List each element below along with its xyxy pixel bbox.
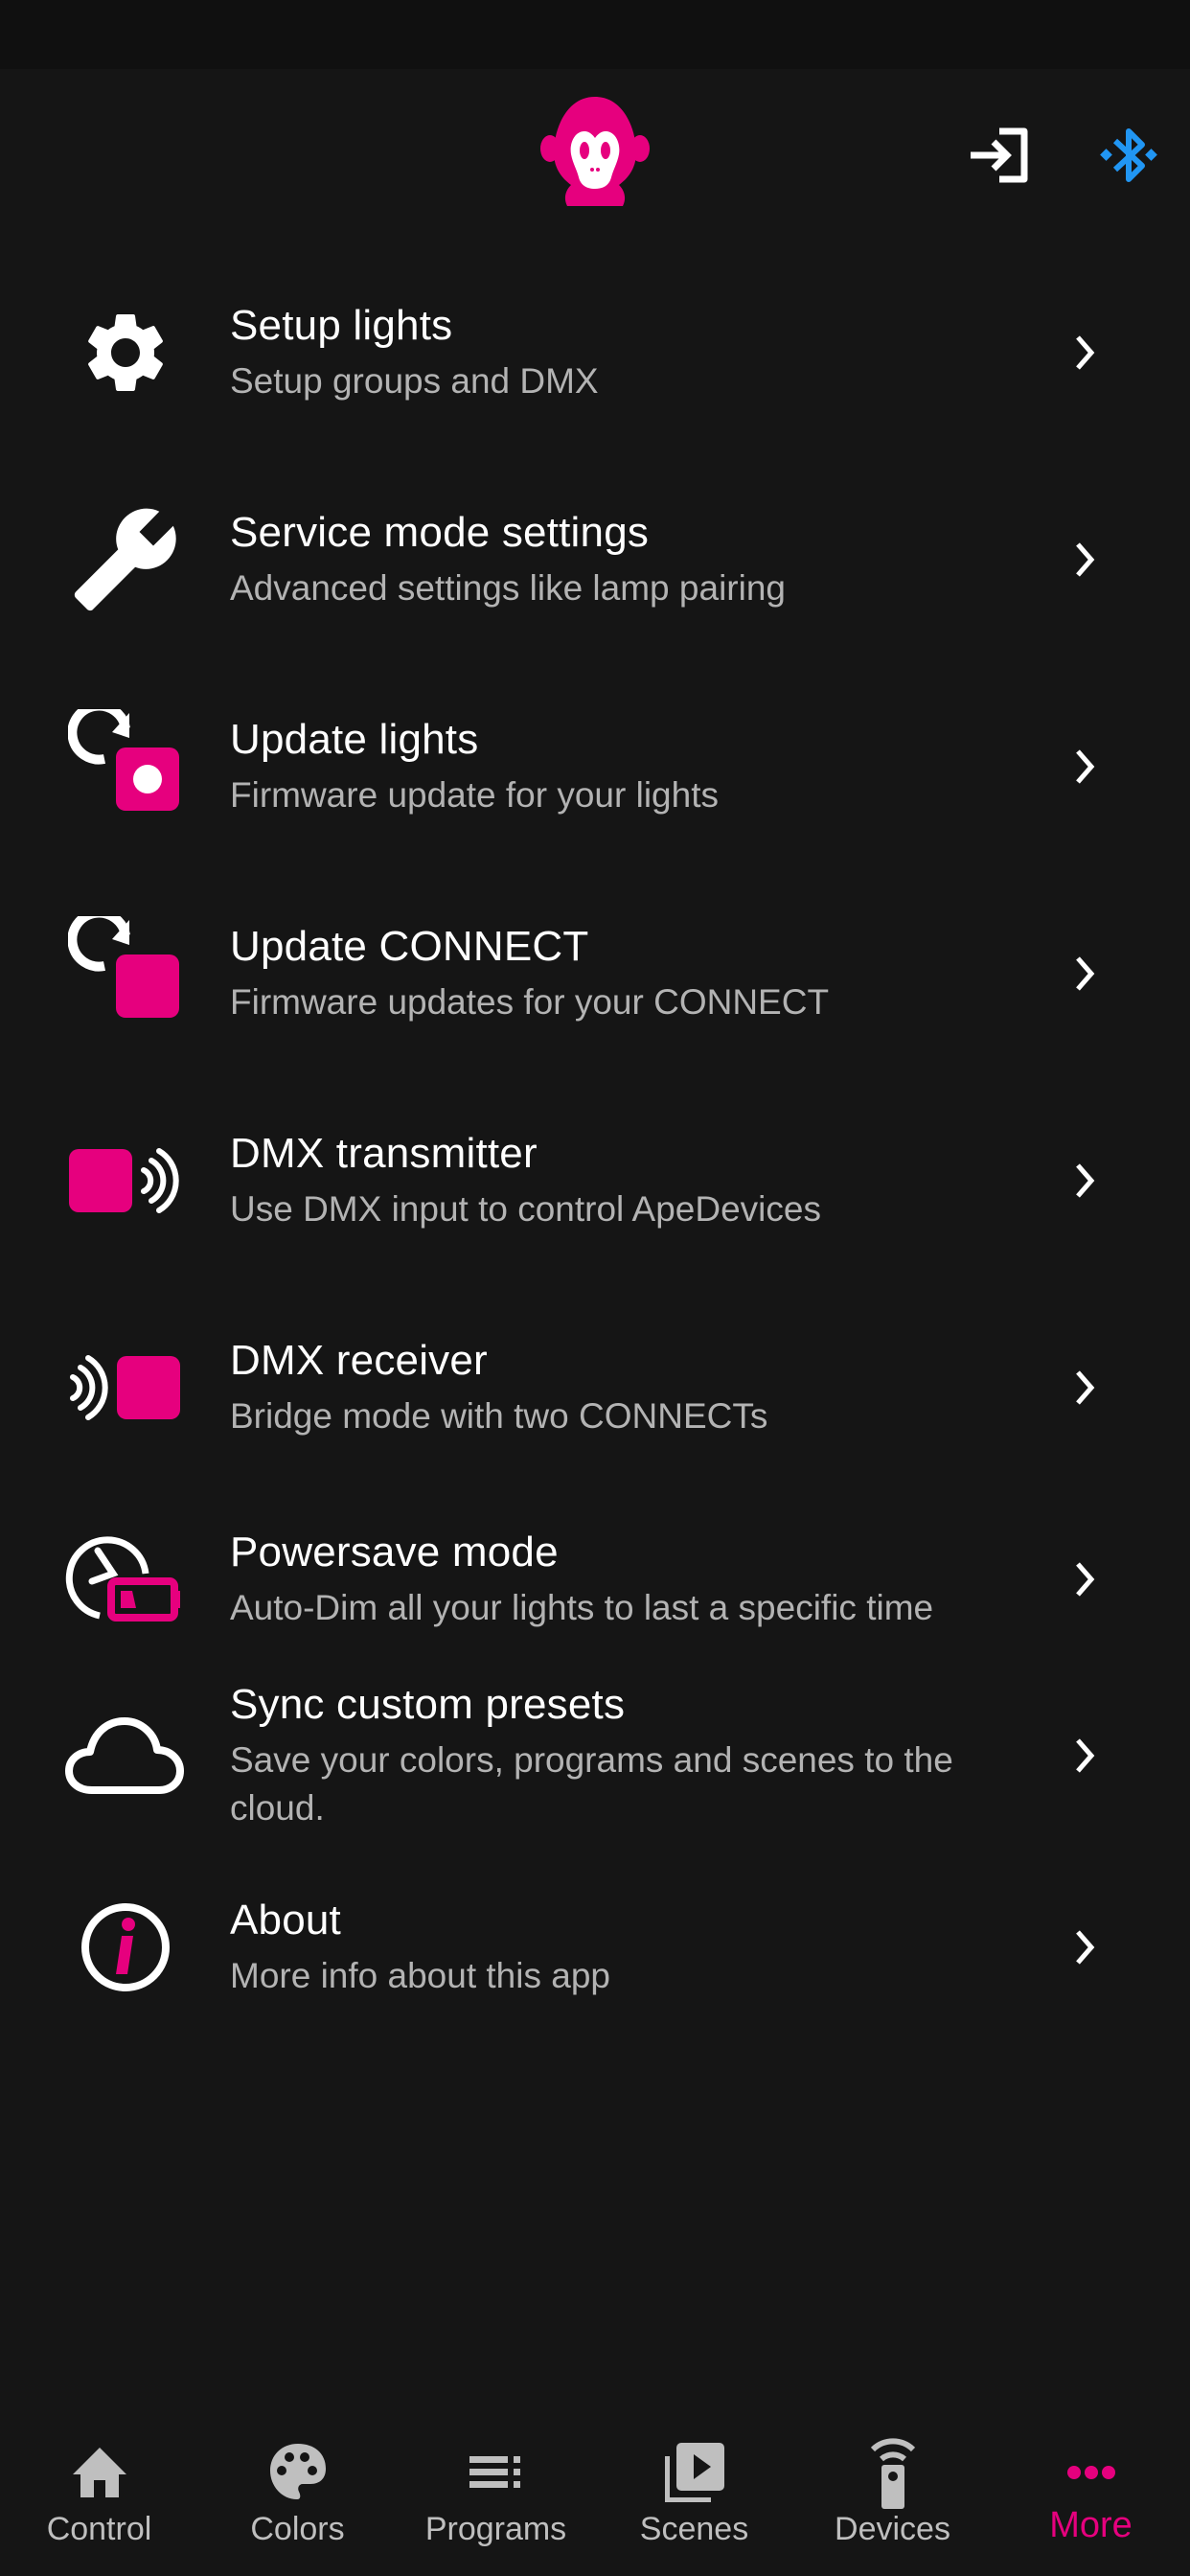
menu-item-subtitle: Setup groups and DMX	[230, 361, 599, 401]
dmx-receiver-icon	[65, 1327, 186, 1448]
tab-label: Scenes	[639, 2511, 749, 2547]
menu-item-subtitle: More info about this app	[230, 1956, 610, 1995]
gear-icon	[65, 292, 186, 413]
menu-item-title: About	[230, 1897, 341, 1944]
wrench-icon	[65, 499, 186, 620]
chevron-right-icon	[1065, 1727, 1106, 1784]
header	[0, 69, 1190, 242]
status-bar	[0, 0, 1190, 69]
menu-item-subtitle: Save your colors, programs and scenes to…	[230, 1740, 953, 1828]
more-icon	[1053, 2434, 1130, 2511]
menu-item-subtitle: Auto-Dim all your lights to last a speci…	[230, 1588, 934, 1627]
menu-item-sync-presets[interactable]: Sync custom presets Save your colors, pr…	[0, 1668, 1190, 1844]
tab-label: More	[1049, 2505, 1133, 2545]
tab-label: Colors	[250, 2511, 345, 2547]
tab-label: Control	[46, 2511, 152, 2547]
bluetooth-button[interactable]	[1090, 117, 1167, 194]
bottom-tab-bar: Control Colors Programs Scenes Devices M…	[0, 2377, 1190, 2576]
menu-item-subtitle: Firmware updates for your CONNECT	[230, 982, 830, 1022]
chevron-right-icon	[1065, 1359, 1106, 1416]
chevron-right-icon	[1065, 1919, 1106, 1976]
menu-item-title: DMX transmitter	[230, 1130, 538, 1177]
menu-item-dmx-receiver[interactable]: DMX receiver Bridge mode with two CONNEC…	[0, 1284, 1190, 1491]
chevron-right-icon	[1065, 324, 1106, 381]
menu-item-powersave[interactable]: Powersave mode Auto-Dim all your lights …	[0, 1491, 1190, 1668]
menu-item-subtitle: Firmware update for your lights	[230, 775, 719, 815]
tab-programs[interactable]: Programs	[397, 2377, 595, 2576]
scenes-icon	[656, 2434, 733, 2511]
menu-item-title: Update lights	[230, 716, 479, 763]
login-button[interactable]	[962, 117, 1039, 194]
tab-label: Devices	[835, 2511, 950, 2547]
chevron-right-icon	[1065, 738, 1106, 795]
tab-scenes[interactable]: Scenes	[595, 2377, 793, 2576]
menu-item-update-lights[interactable]: Update lights Firmware update for your l…	[0, 663, 1190, 870]
menu-item-title: DMX receiver	[230, 1337, 488, 1384]
menu-item-title: Setup lights	[230, 302, 453, 349]
settings-menu: Setup lights Setup groups and DMX Servic…	[0, 249, 1190, 2051]
chevron-right-icon	[1065, 1551, 1106, 1608]
tab-devices[interactable]: Devices	[793, 2377, 992, 2576]
menu-item-subtitle: Bridge mode with two CONNECTs	[230, 1396, 768, 1436]
info-icon	[65, 1887, 186, 2008]
menu-item-title: Powersave mode	[230, 1529, 559, 1576]
menu-item-update-connect[interactable]: Update CONNECT Firmware updates for your…	[0, 870, 1190, 1077]
login-icon	[971, 127, 1028, 183]
tab-control[interactable]: Control	[0, 2377, 198, 2576]
home-icon	[61, 2434, 138, 2511]
menu-item-subtitle: Advanced settings like lamp pairing	[230, 568, 786, 608]
menu-item-about[interactable]: About More info about this app	[0, 1844, 1190, 2051]
chevron-right-icon	[1065, 531, 1106, 588]
powersave-icon	[65, 1519, 186, 1640]
menu-item-setup-lights[interactable]: Setup lights Setup groups and DMX	[0, 249, 1190, 456]
menu-item-title: Service mode settings	[230, 509, 650, 556]
tab-label: Programs	[424, 2511, 567, 2547]
remote-icon	[855, 2434, 931, 2511]
monkey-logo-icon	[537, 93, 653, 210]
chevron-right-icon	[1065, 1152, 1106, 1209]
cloud-icon	[65, 1695, 186, 1816]
menu-item-subtitle: Use DMX input to control ApeDevices	[230, 1189, 821, 1229]
tab-colors[interactable]: Colors	[198, 2377, 397, 2576]
menu-item-service-mode[interactable]: Service mode settings Advanced settings …	[0, 456, 1190, 663]
menu-item-dmx-transmitter[interactable]: DMX transmitter Use DMX input to control…	[0, 1077, 1190, 1284]
tab-more[interactable]: More	[992, 2377, 1190, 2576]
bluetooth-icon	[1100, 128, 1157, 182]
dmx-transmitter-icon	[65, 1120, 186, 1241]
palette-icon	[260, 2434, 336, 2511]
list-icon	[458, 2434, 535, 2511]
update-lights-icon	[65, 706, 186, 827]
menu-item-title: Sync custom presets	[230, 1681, 626, 1728]
menu-item-title: Update CONNECT	[230, 923, 589, 970]
update-connect-icon	[65, 913, 186, 1034]
chevron-right-icon	[1065, 945, 1106, 1002]
